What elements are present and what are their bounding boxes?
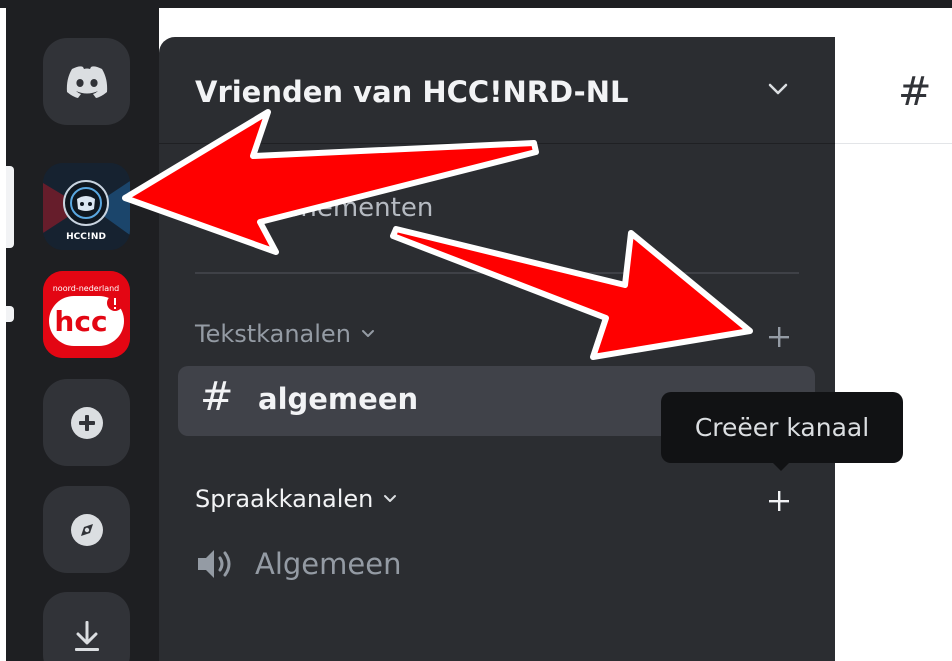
- plus-icon: [769, 491, 789, 511]
- hccnrd-logo-text: HCC!ND: [66, 232, 106, 242]
- hashtag-icon: #: [898, 69, 932, 115]
- hcc-logo-icon: noord-nederland hcc: [43, 271, 130, 358]
- create-channel-tooltip: Creëer kanaal: [661, 392, 903, 463]
- hcc-logo-text: hcc: [54, 305, 107, 338]
- sidebar-divider: [195, 272, 799, 274]
- voice-category-label: Spraakkanalen: [195, 485, 374, 513]
- speaker-icon: [198, 550, 231, 578]
- voice-channel-name: Algemeen: [255, 547, 402, 581]
- active-server-pill: [6, 166, 14, 248]
- hcc-banner-text: noord-nederland: [53, 284, 120, 293]
- download-icon: [74, 620, 99, 651]
- events-link[interactable]: venementen: [269, 193, 433, 223]
- main-content: #: [835, 37, 952, 661]
- header-divider: [159, 143, 835, 144]
- channel-name: algemeen: [258, 382, 419, 416]
- channel-sidebar: Vrienden van HCC!NRD-NL venementen Tekst…: [159, 37, 835, 661]
- discord-app: HCC!ND noord-nederland hcc Vrienden van …: [0, 0, 952, 661]
- hccnrd-logo-icon: HCC!ND: [43, 163, 130, 250]
- text-category-label: Tekstkanalen: [195, 320, 351, 348]
- server-hcc[interactable]: noord-nederland hcc: [43, 271, 130, 358]
- add-server-button[interactable]: [43, 379, 130, 466]
- explore-button[interactable]: [43, 486, 130, 573]
- server-rail: HCC!ND noord-nederland hcc: [6, 8, 159, 661]
- create-text-channel-button[interactable]: [764, 322, 794, 352]
- text-channels-category[interactable]: Tekstkanalen: [195, 320, 375, 348]
- unread-server-pill: [6, 306, 14, 322]
- server-hccnrd[interactable]: HCC!ND: [43, 163, 130, 250]
- download-button[interactable]: [43, 592, 130, 661]
- channel-header: #: [835, 37, 952, 144]
- tooltip-arrow: [772, 462, 790, 471]
- chevron-down-icon: [384, 495, 397, 502]
- discord-logo-icon: [66, 65, 107, 98]
- title-bar: [0, 0, 952, 8]
- chevron-down-icon: [361, 330, 374, 337]
- home-button[interactable]: [43, 38, 130, 125]
- voice-channel-algemeen[interactable]: Algemeen: [195, 547, 401, 581]
- create-voice-channel-button[interactable]: [764, 486, 794, 516]
- compass-icon: [70, 513, 103, 546]
- plus-icon: [769, 327, 789, 347]
- chevron-down-icon[interactable]: [766, 81, 790, 97]
- plus-circle-icon: [70, 406, 103, 439]
- voice-channels-category[interactable]: Spraakkanalen: [195, 485, 397, 513]
- hashtag-icon: #: [200, 374, 234, 420]
- server-name-header[interactable]: Vrienden van HCC!NRD-NL: [195, 75, 628, 109]
